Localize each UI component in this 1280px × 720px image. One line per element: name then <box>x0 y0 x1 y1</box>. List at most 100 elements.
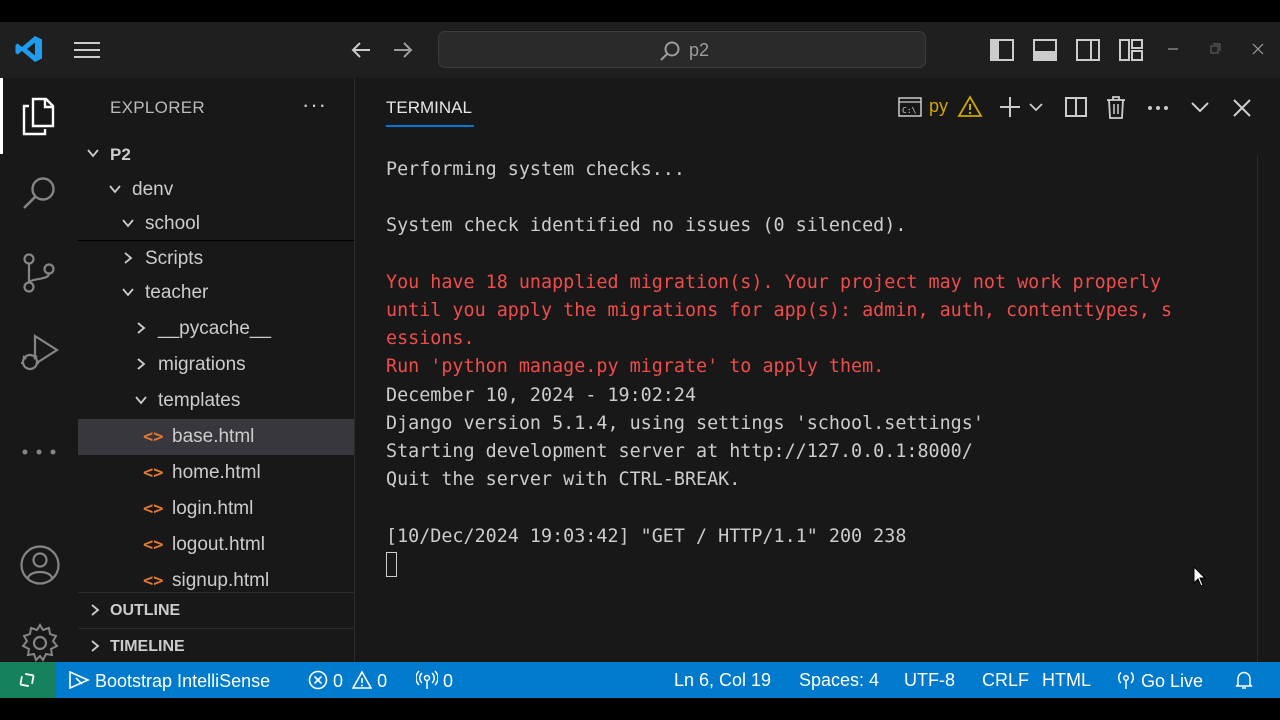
remote-indicator[interactable] <box>0 662 56 698</box>
problems-item[interactable]: 0 0 <box>308 670 387 692</box>
terminal-line: December 10, 2024 - 19:02:24 <box>386 384 697 406</box>
tree-file-logout-html[interactable]: <> logout.html <box>78 527 354 563</box>
tree-file-home-html[interactable]: <> home.html <box>78 455 354 491</box>
bell-icon <box>1235 671 1253 689</box>
active-tab-indicator <box>386 125 474 127</box>
html-file-icon: <> <box>143 499 164 519</box>
toggle-primary-sidebar-icon[interactable] <box>988 36 1016 64</box>
terminal-line: Starting development server at http://12… <box>386 441 973 463</box>
tree-folder-teacher[interactable]: teacher <box>78 275 354 311</box>
tree-label: logout.html <box>172 534 265 555</box>
activity-bar <box>0 78 78 662</box>
html-file-icon: <> <box>143 463 164 483</box>
terminal-line-error: essions. <box>386 328 475 350</box>
command-center-search[interactable]: p2 <box>438 31 926 68</box>
sidebar-title: EXPLORER <box>110 98 205 117</box>
forward-arrow-icon[interactable] <box>390 38 416 62</box>
maximize-panel-chevron-icon[interactable] <box>1187 94 1213 120</box>
tree-file-base-html[interactable]: <> base.html <box>78 419 354 455</box>
tree-label: Scripts <box>145 248 204 269</box>
tree-label: __pycache__ <box>158 318 272 339</box>
tree-folder-school[interactable]: school <box>78 206 354 242</box>
terminal-line-error: Run 'python manage.py migrate' to apply … <box>386 356 885 378</box>
gear-icon <box>21 623 59 662</box>
go-live-item[interactable]: Go Live <box>1116 670 1203 692</box>
search-icon <box>660 41 680 61</box>
tree-folder-pycache[interactable]: __pycache__ <box>78 311 354 347</box>
tree-folder-denv[interactable]: denv <box>78 172 354 208</box>
activity-search[interactable] <box>0 156 78 232</box>
timeline-section-header[interactable]: TIMELINE <box>78 628 354 664</box>
html-file-icon: <> <box>143 571 164 591</box>
search-icon <box>23 177 55 209</box>
tree-folder-migrations[interactable]: migrations <box>78 347 354 383</box>
terminal-line: Django version 5.1.4, using settings 'sc… <box>386 412 984 434</box>
chevron-down-icon <box>122 288 134 297</box>
customize-layout-icon[interactable] <box>1117 36 1145 64</box>
activity-accounts[interactable] <box>0 526 78 602</box>
warning-icon <box>351 670 373 689</box>
more-actions-icon[interactable] <box>1145 94 1171 120</box>
tree-label: signup.html <box>172 570 270 591</box>
title-bar: p2 <box>0 22 1280 78</box>
activity-run-debug[interactable] <box>0 314 78 390</box>
notifications-item[interactable] <box>1234 670 1254 692</box>
tree-folder-scripts[interactable]: Scripts <box>78 240 354 276</box>
new-terminal-icon[interactable] <box>997 94 1023 120</box>
error-icon <box>308 670 328 690</box>
terminal-profile-label[interactable]: py <box>929 96 948 117</box>
bootstrap-intellisense-item[interactable]: Bootstrap IntelliSense <box>68 670 270 692</box>
menu-icon[interactable] <box>72 40 102 60</box>
terminal-scrollbar[interactable] <box>1257 156 1280 662</box>
split-terminal-icon[interactable] <box>1063 94 1089 120</box>
chevron-right-icon <box>124 252 133 264</box>
broadcast-icon <box>1118 671 1134 689</box>
tree-label: P2 <box>110 145 131 164</box>
close-window-icon[interactable] <box>1245 36 1271 62</box>
tree-folder-p2[interactable]: P2 <box>78 136 354 172</box>
timeline-label: TIMELINE <box>110 638 185 655</box>
cursor-position-item[interactable]: Ln 6, Col 19 <box>674 670 771 691</box>
status-bar: Bootstrap IntelliSense 0 0 0 Ln 6, Col 1… <box>0 662 1280 698</box>
files-icon <box>22 97 55 136</box>
close-panel-icon[interactable] <box>1229 94 1255 120</box>
chevron-down-icon[interactable] <box>1027 94 1045 120</box>
tree-label: school <box>145 213 200 234</box>
outline-label: OUTLINE <box>110 602 181 619</box>
back-arrow-icon[interactable] <box>348 38 374 62</box>
minimize-icon[interactable] <box>1160 36 1186 62</box>
terminal-output[interactable]: Performing system checks... System check… <box>386 156 1266 579</box>
tree-label: login.html <box>172 498 254 519</box>
eol-item[interactable]: CRLF <box>982 670 1029 691</box>
bootstrap-label: Bootstrap IntelliSense <box>95 671 271 691</box>
tree-file-login-html[interactable]: <> login.html <box>78 491 354 527</box>
warning-icon[interactable] <box>957 94 983 120</box>
indentation-item[interactable]: Spaces: 4 <box>799 670 879 691</box>
restore-icon[interactable] <box>1202 36 1228 62</box>
toggle-secondary-sidebar-icon[interactable] <box>1074 36 1102 64</box>
tab-terminal[interactable]: TERMINAL <box>386 98 472 118</box>
activity-more[interactable] <box>0 412 78 488</box>
outline-section-header[interactable]: OUTLINE <box>78 592 354 628</box>
encoding-item[interactable]: UTF-8 <box>904 670 955 691</box>
ports-item[interactable]: 0 <box>415 670 454 692</box>
tree-folder-templates[interactable]: templates <box>78 383 354 419</box>
terminal-cursor <box>386 552 397 578</box>
tree-label: denv <box>132 179 174 200</box>
terminal-panel: TERMINAL C:\ py Performing system checks… <box>354 78 1280 662</box>
activity-explorer[interactable] <box>0 78 78 154</box>
terminal-line: [10/Dec/2024 19:03:42] "GET / HTTP/1.1" … <box>386 525 907 547</box>
trash-icon[interactable] <box>1103 94 1129 120</box>
chevron-down-icon <box>135 396 147 405</box>
chevron-down-icon <box>87 149 99 158</box>
terminal-line: Performing system checks... <box>386 159 685 180</box>
language-mode-item[interactable]: HTML <box>1042 670 1091 691</box>
toggle-panel-icon[interactable] <box>1031 36 1059 64</box>
broadcast-icon <box>415 670 439 689</box>
terminal-line: Quit the server with CTRL-BREAK. <box>386 469 741 491</box>
activity-source-control[interactable] <box>0 234 78 310</box>
more-actions-button[interactable]: ··· <box>302 92 327 118</box>
ports-count: 0 <box>443 671 454 691</box>
